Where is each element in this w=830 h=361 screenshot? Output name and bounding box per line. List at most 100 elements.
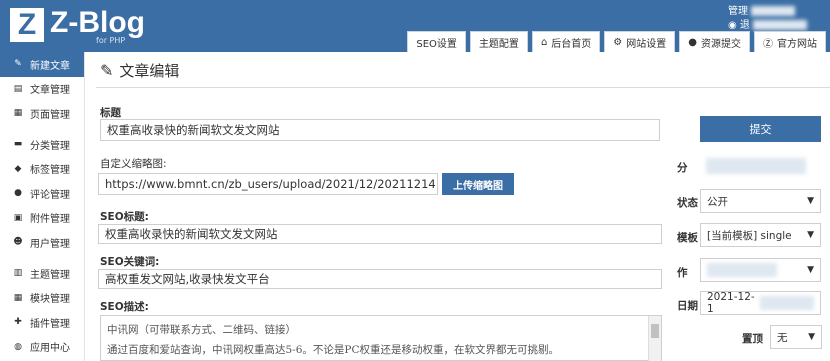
submit-button[interactable]: 提交 [700, 116, 821, 142]
top-select[interactable]: 无 ▼ [770, 325, 822, 349]
blurred-logout-text [753, 20, 808, 30]
sidebar-item-comments[interactable]: ● 评论管理 [0, 181, 84, 206]
logo-mark: Z [10, 8, 44, 42]
sidebar-item-label: 主题管理 [30, 269, 70, 281]
tab-label: 官方网站 [777, 38, 817, 50]
tab-label: 主题配置 [478, 38, 519, 50]
tab-theme-config[interactable]: 主题配置 [469, 31, 528, 52]
top-value: 无 [777, 331, 788, 344]
sidebar-item-label: 新建文章 [30, 60, 70, 72]
sidebar-item-label: 页面管理 [30, 109, 70, 121]
seo-title-input[interactable]: 权重高收录快的新闻软文发文网站 [98, 224, 662, 244]
comment-icon: ● [14, 188, 22, 199]
tab-label: SEO设置 [416, 38, 457, 50]
author-select[interactable]: ▼ [700, 258, 821, 282]
scrollbar-thumb[interactable] [651, 324, 659, 338]
tab-official-site[interactable]: Ⓩ 官方网站 [754, 31, 826, 52]
sidebar-item-pages[interactable]: ▦ 页面管理 [0, 101, 84, 126]
submit-icon: ● [688, 36, 697, 48]
title-label: 标题 [100, 107, 121, 119]
tab-seo-settings[interactable]: SEO设置 [407, 31, 466, 52]
author-label: 作 [677, 265, 688, 280]
tab-site-settings[interactable]: ⚙ 网站设置 [604, 31, 676, 52]
date-input[interactable]: 2021-12-1 [700, 291, 821, 315]
home-icon: ⌂ [540, 36, 548, 48]
thumbnail-url-input[interactable]: https://www.bmnt.cn/zb_users/upload/2021… [98, 173, 438, 195]
gear-icon: ⚙ [613, 36, 623, 48]
app-center-icon: ◍ [14, 341, 22, 352]
tag-icon: ◆ [14, 163, 22, 174]
sidebar-item-articles[interactable]: ▤ 文章管理 [0, 77, 84, 102]
sidebar-item-label: 用户管理 [30, 238, 70, 250]
chevron-down-icon: ▼ [808, 332, 815, 342]
attachment-icon: ▣ [13, 212, 23, 223]
sidebar-item-attachments[interactable]: ▣ 附件管理 [0, 206, 84, 231]
blurred-category-value [706, 158, 806, 174]
logo-subtitle: for PHP [96, 36, 126, 45]
sidebar-item-label: 评论管理 [30, 189, 70, 201]
textarea-scrollbar[interactable] [648, 316, 661, 361]
folder-icon: ▬ [13, 139, 23, 150]
title-input[interactable]: 权重高收录快的新闻软文发文网站 [100, 119, 660, 141]
author-label-text: 作 [677, 267, 688, 279]
template-select[interactable]: [当前模板] single ▼ [700, 223, 821, 247]
page-icon: ▦ [13, 108, 23, 119]
top-label: 置顶 [742, 333, 763, 345]
tab-label: 后台首页 [551, 38, 592, 50]
page-title: ✎ 文章编辑 [100, 60, 179, 81]
sidebar-item-categories[interactable]: ▬ 分类管理 [0, 132, 84, 157]
user-area: 管理 ◉ 退 [728, 2, 830, 32]
theme-icon: ▥ [13, 268, 23, 279]
sidebar-item-new-article[interactable]: ✎ 新建文章 [0, 52, 84, 77]
date-value: 2021-12-1 [707, 291, 755, 315]
seo-keywords-label: SEO关键词: [100, 256, 160, 268]
logout-label: 退 [739, 20, 750, 31]
seo-title-label: SEO标题: [100, 211, 149, 223]
sidebar-item-label: 插件管理 [30, 318, 70, 330]
tab-resource-submit[interactable]: ● 资源提交 [679, 31, 750, 52]
user-admin-text[interactable]: 管理 [728, 2, 796, 17]
chevron-down-icon: ▼ [807, 230, 814, 240]
sidebar-item-label: 标签管理 [30, 165, 70, 177]
logout-link[interactable]: ◉ 退 [728, 16, 808, 31]
logo-name: Z-Blog [50, 6, 145, 39]
top-tabs: SEO设置 主题配置 ⌂ 后台首页 ⚙ 网站设置 ● 资源提交 Ⓩ 官方网站 [407, 31, 826, 52]
status-value: 公开 [707, 195, 728, 208]
sidebar-item-plugins[interactable]: ✚ 插件管理 [0, 310, 84, 335]
sidebar: ✎ 新建文章 ▤ 文章管理 ▦ 页面管理 ▬ 分类管理 ◆ 标签管理 ● 评论管… [0, 52, 85, 361]
sidebar-item-label: 应用中心 [30, 343, 70, 355]
seo-description-label: SEO描述: [100, 301, 149, 313]
plugin-icon: ✚ [14, 317, 22, 328]
sidebar-item-tags[interactable]: ◆ 标签管理 [0, 156, 84, 181]
logout-icon: ◉ [728, 20, 737, 31]
seo-keywords-input[interactable]: 高权重发文网站,收录快发文平台 [98, 269, 662, 289]
category-select[interactable] [700, 154, 821, 178]
category-label-text: 分 [677, 162, 688, 174]
sidebar-item-users[interactable]: ☻ 用户管理 [0, 230, 84, 255]
seo-description-textarea[interactable]: 中讯网（可带联系方式、二维码、链接） 通过百度和爱站查询，中讯网权重高达5-6。… [100, 315, 662, 361]
sidebar-item-label: 附件管理 [30, 214, 70, 226]
module-icon: ▦ [13, 292, 23, 303]
category-label: 分 [677, 160, 688, 175]
tab-dashboard[interactable]: ⌂ 后台首页 [531, 31, 601, 52]
chevron-down-icon: ▼ [807, 196, 814, 206]
blurred-date-rest [759, 296, 814, 310]
zblog-icon: Ⓩ [763, 38, 773, 50]
sidebar-item-themes[interactable]: ▥ 主题管理 [0, 261, 84, 286]
seo-description-line: 中讯网（可带联系方式、二维码、链接） [107, 324, 296, 336]
page-title-text: 文章编辑 [119, 62, 180, 80]
template-value: [当前模板] single [707, 229, 792, 242]
template-label: 模板 [677, 232, 698, 244]
status-label: 状态 [677, 197, 698, 209]
tab-label: 资源提交 [701, 38, 741, 50]
upload-thumbnail-button[interactable]: 上传缩略图 [442, 173, 514, 195]
sidebar-item-modules[interactable]: ▦ 模块管理 [0, 285, 84, 310]
top-header: Z Z-Blog for PHP 管理 ◉ 退 SEO设置 主题配置 ⌂ 后台首… [0, 0, 830, 52]
chevron-down-icon: ▼ [807, 265, 814, 275]
sidebar-item-label: 模块管理 [30, 294, 70, 306]
sidebar-item-app-center[interactable]: ◍ 应用中心 [0, 335, 84, 360]
blurred-username [751, 6, 796, 16]
date-label: 日期 [677, 300, 698, 312]
status-select[interactable]: 公开 ▼ [700, 189, 821, 213]
sidebar-item-label: 文章管理 [30, 85, 70, 97]
